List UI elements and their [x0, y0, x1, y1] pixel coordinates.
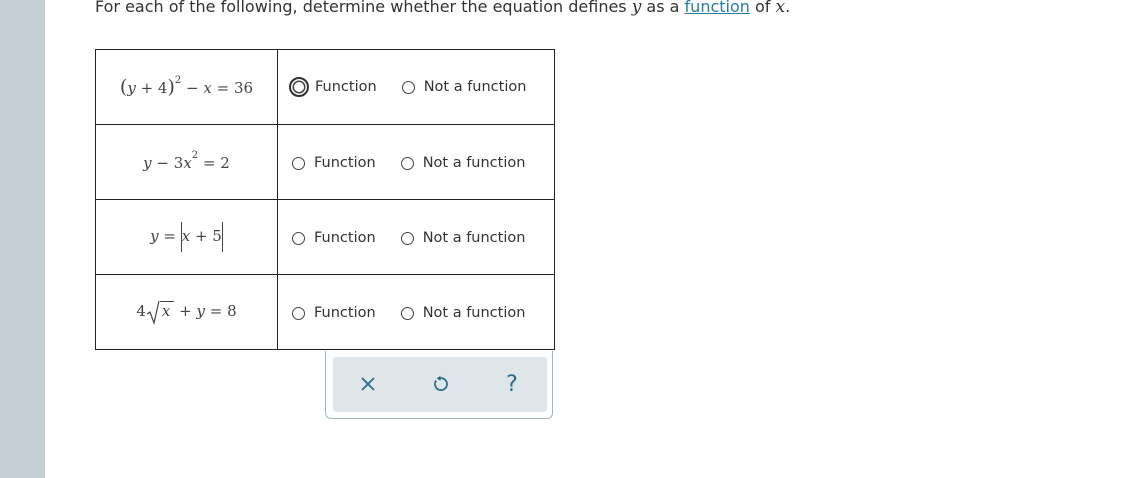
- equation-cell: y − 3x2 = 2: [95, 124, 278, 200]
- function-definition-link[interactable]: function: [685, 0, 750, 16]
- radio-button[interactable]: [292, 231, 305, 245]
- not-function-option[interactable]: Not a function: [400, 230, 525, 246]
- radio-button[interactable]: [401, 80, 415, 94]
- table-row: y − 3x2 = 2 Function Not a function: [95, 124, 555, 200]
- table-row: 4x + y = 8 Function Not a function: [95, 274, 555, 350]
- close-icon: [361, 377, 375, 391]
- table-row: (y + 4)2 − x = 36 Function Not a function: [95, 49, 555, 125]
- function-option[interactable]: Function: [289, 77, 377, 98]
- function-option[interactable]: Function: [292, 155, 376, 171]
- equation-1: (y + 4)2 − x = 36: [119, 75, 254, 98]
- equation-cell: 4x + y = 8: [95, 274, 278, 350]
- radio-button[interactable]: [292, 306, 305, 320]
- left-sidebar-strip: [0, 0, 45, 478]
- equation-3: y = x + 5: [150, 222, 223, 252]
- prompt-text-1: For each of the following, determine whe…: [95, 0, 632, 16]
- prompt-text-3: of: [749, 0, 776, 16]
- radio-button[interactable]: [400, 156, 414, 170]
- table-row: y = x + 5 Function Not a function: [95, 199, 555, 275]
- prompt-text-2: as a: [641, 0, 685, 16]
- equation-cell: (y + 4)2 − x = 36: [95, 49, 278, 125]
- question-prompt: For each of the following, determine whe…: [95, 0, 790, 18]
- prompt-text-4: .: [785, 0, 791, 16]
- equation-2: y − 3x2 = 2: [143, 149, 230, 172]
- abs-bar: [221, 222, 223, 252]
- radio-button[interactable]: [400, 306, 414, 320]
- options-cell: Function Not a function: [277, 199, 555, 275]
- toolbar-panel: ?: [333, 357, 547, 412]
- help-icon: ?: [506, 371, 518, 397]
- radio-button[interactable]: [292, 156, 305, 170]
- radio-button[interactable]: [289, 77, 309, 98]
- not-function-option[interactable]: Not a function: [400, 155, 525, 171]
- options-cell: Function Not a function: [277, 124, 555, 200]
- sqrt-icon: [146, 300, 160, 326]
- prompt-var-y: y: [631, 0, 642, 17]
- options-cell: Function Not a function: [277, 49, 555, 125]
- undo-icon: [434, 375, 448, 391]
- radio-button[interactable]: [400, 231, 414, 245]
- prompt-var-x: x: [775, 0, 786, 17]
- function-option[interactable]: Function: [292, 230, 376, 246]
- help-button[interactable]: ?: [499, 371, 525, 397]
- function-option[interactable]: Function: [292, 305, 376, 321]
- options-cell: Function Not a function: [277, 274, 555, 350]
- equation-4: 4x + y = 8: [136, 299, 237, 326]
- question-table: (y + 4)2 − x = 36 Function Not a function…: [95, 49, 555, 350]
- not-function-option[interactable]: Not a function: [401, 79, 526, 95]
- not-function-option[interactable]: Not a function: [400, 305, 525, 321]
- clear-button[interactable]: [355, 371, 381, 397]
- answer-toolbar: ?: [325, 351, 553, 419]
- equation-cell: y = x + 5: [95, 199, 278, 275]
- undo-button[interactable]: [427, 371, 453, 397]
